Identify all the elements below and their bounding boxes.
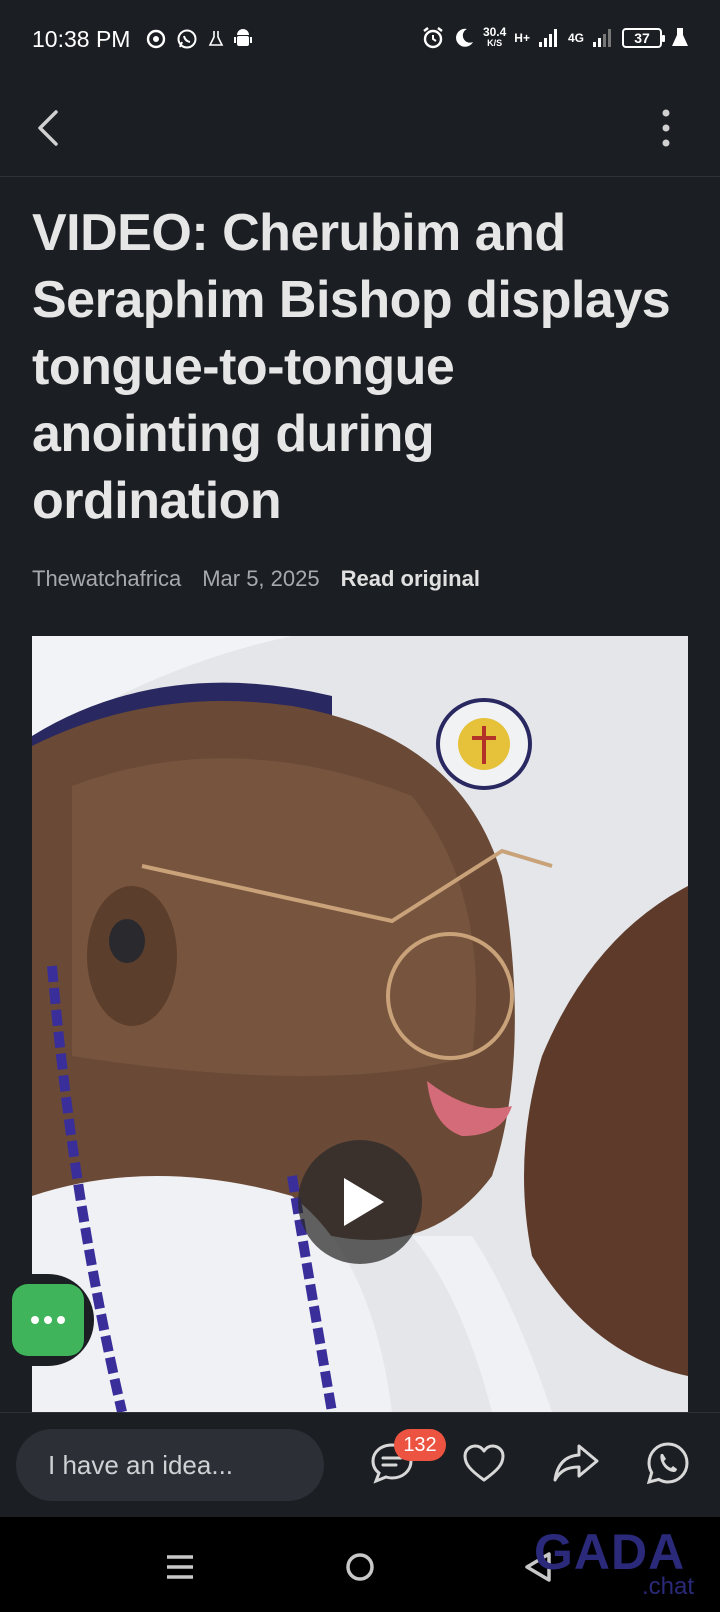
like-button[interactable] xyxy=(456,1435,512,1491)
battery-indicator: 37 xyxy=(622,28,665,48)
chat-fab-button[interactable] xyxy=(12,1284,84,1356)
network-speed: 30.4 K/S xyxy=(482,25,507,49)
read-original-link[interactable]: Read original xyxy=(341,566,480,592)
article-meta: Thewatchafrica Mar 5, 2025 Read original xyxy=(32,566,480,592)
speed-value: 30.4 xyxy=(482,25,507,39)
chrome-icon xyxy=(146,29,166,49)
android-icon xyxy=(234,29,252,46)
status-right: 30.4 K/S H+ 4G 37 xyxy=(421,26,690,50)
article-source[interactable]: Thewatchafrica xyxy=(32,566,181,592)
watermark-suffix: .chat xyxy=(641,1573,694,1600)
whatsapp-icon xyxy=(646,1442,689,1485)
more-horizontal-icon xyxy=(31,1316,65,1324)
recents-button[interactable] xyxy=(158,1545,202,1589)
share-icon xyxy=(553,1444,599,1482)
comment-count-badge: 132 xyxy=(394,1429,446,1461)
network-type-1: H+ xyxy=(514,31,530,45)
alarm-icon xyxy=(423,27,443,49)
speed-unit: K/S xyxy=(487,38,503,48)
app-bar xyxy=(0,80,720,177)
whatsapp-share-button[interactable] xyxy=(640,1435,696,1491)
status-time: 10:38 PM xyxy=(32,26,131,52)
video-player[interactable] xyxy=(32,636,688,1412)
article-date: Mar 5, 2025 xyxy=(202,566,320,591)
bottom-action-bar: 132 xyxy=(0,1412,720,1518)
chevron-left-icon xyxy=(38,110,58,146)
fab-container xyxy=(0,1274,94,1366)
article-title: VIDEO: Cherubim and Seraphim Bishop disp… xyxy=(32,204,671,530)
comment-input[interactable] xyxy=(16,1429,324,1501)
status-bar: 10:38 PM 30.4 K/S H+ 4G 37 xyxy=(0,0,720,80)
watermark: GADA .chat xyxy=(534,1523,694,1603)
video-thumbnail xyxy=(32,636,688,1412)
system-nav-bar: GADA .chat xyxy=(0,1517,720,1612)
status-left-icons xyxy=(146,28,252,50)
home-button[interactable] xyxy=(338,1545,382,1589)
heart-icon xyxy=(463,1444,505,1482)
network-type-2: 4G xyxy=(567,31,584,45)
whatsapp-icon xyxy=(177,29,197,49)
back-button[interactable] xyxy=(28,104,72,152)
signal-icon xyxy=(593,29,611,47)
flask-icon xyxy=(672,28,688,46)
moon-icon xyxy=(455,28,473,47)
signal-icon xyxy=(538,29,557,47)
play-button[interactable] xyxy=(298,1140,422,1264)
recents-icon xyxy=(167,1555,193,1579)
play-icon xyxy=(344,1178,384,1226)
more-vertical-icon xyxy=(662,109,670,147)
home-circle-icon xyxy=(346,1553,374,1581)
share-button[interactable] xyxy=(548,1435,604,1491)
more-options-button[interactable] xyxy=(654,108,678,148)
flask-icon xyxy=(208,31,224,46)
